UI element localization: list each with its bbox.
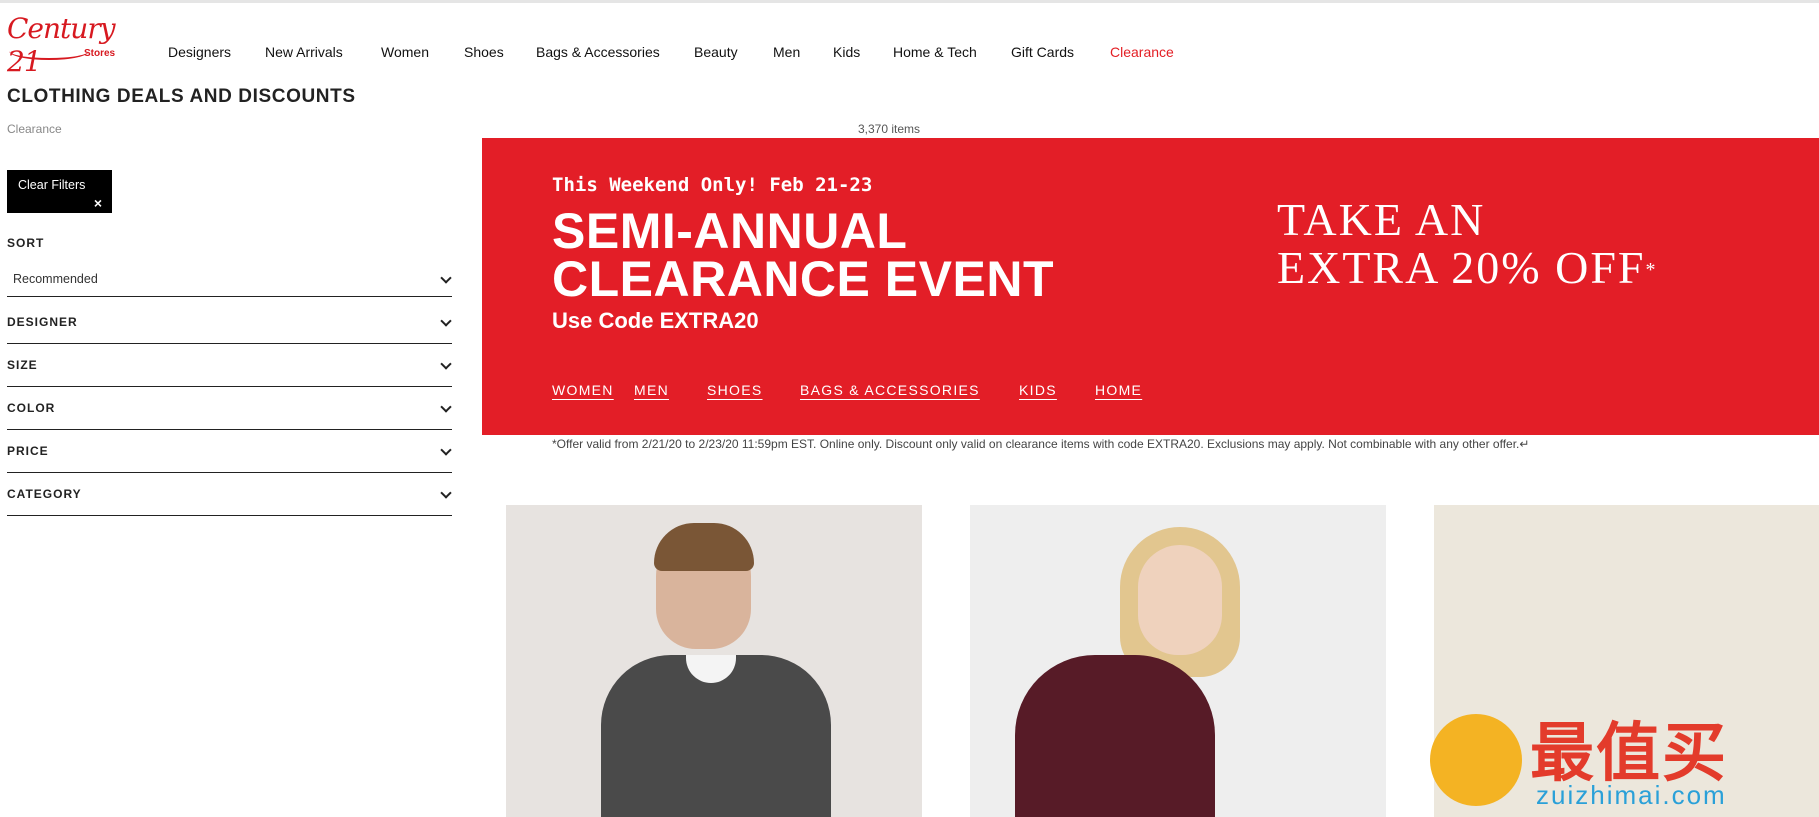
chevron-down-icon — [440, 487, 452, 499]
nav-beauty[interactable]: Beauty — [694, 44, 738, 60]
nav-bags-accessories[interactable]: Bags & Accessories — [536, 44, 660, 60]
facet-color[interactable]: COLOR — [7, 387, 452, 430]
banner-link-men[interactable]: MEN — [634, 382, 669, 398]
facet-label: PRICE — [7, 444, 49, 458]
chevron-down-icon — [440, 315, 452, 327]
clear-filters-button[interactable]: Clear Filters × — [7, 170, 112, 213]
banner-offer-line1: TAKE AN — [1277, 194, 1486, 245]
product-image-hair — [654, 523, 754, 571]
banner-link-bags-accessories[interactable]: BAGS & ACCESSORIES — [800, 382, 980, 398]
facet-label: COLOR — [7, 401, 56, 415]
nav-designers[interactable]: Designers — [168, 44, 231, 60]
banner-link-home[interactable]: HOME — [1095, 382, 1142, 398]
banner-code: Use Code EXTRA20 — [552, 308, 759, 333]
chevron-down-icon — [440, 272, 452, 284]
nav-new-arrivals[interactable]: New Arrivals — [265, 44, 343, 60]
banner-title-line2: CLEARANCE EVENT — [552, 251, 1054, 307]
product-image-jacket — [1015, 655, 1215, 817]
product-image-head — [1138, 545, 1222, 655]
facet-designer[interactable]: DESIGNER — [7, 301, 452, 344]
logo-stores: Stores — [84, 48, 116, 59]
nav-women[interactable]: Women — [381, 44, 429, 60]
offer-disclaimer: *Offer valid from 2/21/20 to 2/23/20 11:… — [552, 437, 1530, 451]
century21-logo[interactable]: Century 21 Stores — [7, 12, 122, 78]
product-card-mens-jacket[interactable] — [506, 505, 922, 817]
banner-offer-text: EXTRA 20% OFF — [1277, 242, 1646, 293]
page-title: CLOTHING DEALS AND DISCOUNTS — [7, 86, 356, 107]
nav-gift-cards[interactable]: Gift Cards — [1011, 44, 1074, 60]
nav-home-tech[interactable]: Home & Tech — [893, 44, 977, 60]
sort-value: Recommended — [13, 272, 98, 286]
banner-link-kids[interactable]: KIDS — [1019, 382, 1057, 398]
nav-kids[interactable]: Kids — [833, 44, 860, 60]
top-border — [0, 0, 1819, 3]
product-card-womens-jacket[interactable] — [970, 505, 1386, 817]
clear-filters-label: Clear Filters — [18, 178, 86, 192]
sort-dropdown[interactable]: Recommended — [7, 268, 452, 297]
facet-label: SIZE — [7, 358, 38, 372]
facet-label: CATEGORY — [7, 487, 82, 501]
chevron-down-icon — [440, 401, 452, 413]
breadcrumb[interactable]: Clearance — [7, 122, 62, 136]
close-icon: × — [93, 195, 102, 211]
nav-men[interactable]: Men — [773, 44, 800, 60]
facet-price[interactable]: PRICE — [7, 430, 452, 473]
promo-banner[interactable]: This Weekend Only! Feb 21-23 SEMI-ANNUAL… — [482, 138, 1819, 435]
gourd-mascot-icon — [1430, 714, 1522, 806]
nav-clearance[interactable]: Clearance — [1110, 44, 1174, 60]
chevron-down-icon — [440, 444, 452, 456]
watermark-logo: 最值买 zuizhimai.com — [1430, 702, 1815, 814]
banner-offer-line2: EXTRA 20% OFF* — [1277, 244, 1657, 292]
banner-link-women[interactable]: WOMEN — [552, 382, 614, 398]
banner-offer-mark: * — [1645, 259, 1658, 281]
banner-link-shoes[interactable]: SHOES — [707, 382, 763, 398]
watermark-url: zuizhimai.com — [1536, 780, 1727, 810]
facet-label: DESIGNER — [7, 315, 78, 329]
logo-swoosh — [9, 42, 89, 60]
banner-title-line1: SEMI-ANNUAL — [552, 203, 908, 259]
facet-size[interactable]: SIZE — [7, 344, 452, 387]
sort-label: SORT — [7, 236, 45, 250]
item-count: 3,370 items — [858, 122, 921, 136]
facet-category[interactable]: CATEGORY — [7, 473, 452, 516]
banner-dates: This Weekend Only! Feb 21-23 — [552, 174, 873, 196]
chevron-down-icon — [440, 358, 452, 370]
nav-shoes[interactable]: Shoes — [464, 44, 504, 60]
